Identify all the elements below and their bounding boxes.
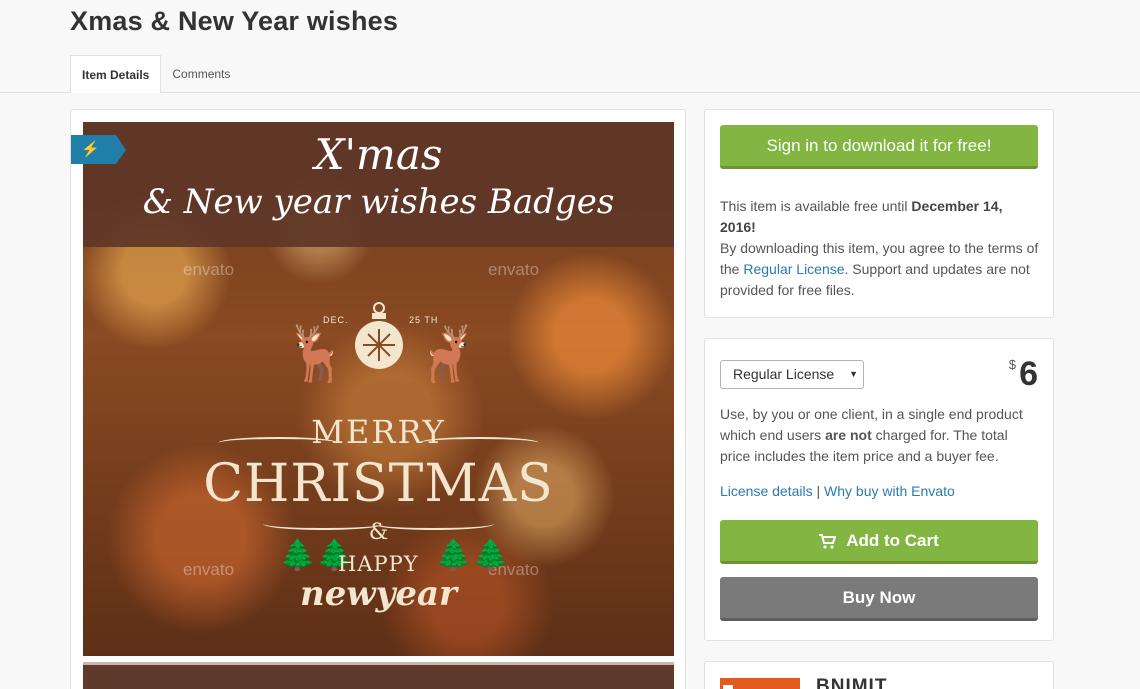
author-panel: BNIMIT <box>704 661 1054 689</box>
license-description: Use, by you or one client, in a single e… <box>720 404 1040 467</box>
item-preview-panel: X'mas & New year wishes Badges envato en… <box>70 109 686 689</box>
license-links: License details | Why buy with Envato <box>720 483 955 499</box>
reindeer-right-icon: 🦌 <box>413 324 481 384</box>
links-separator: | <box>812 483 825 499</box>
free-info-text: This item is available free until Decemb… <box>720 196 1040 301</box>
author-name[interactable]: BNIMIT <box>816 676 887 689</box>
preview-banner-title: X'mas <box>314 130 443 179</box>
happy-text: HAPPY <box>338 552 419 576</box>
trees-right-icon: 🌲🌲 <box>435 539 510 572</box>
page-title: Xmas & New Year wishes <box>70 6 399 36</box>
price-currency: $ <box>1008 357 1016 372</box>
ampersand-text: & <box>368 520 389 545</box>
merry-text: MERRY <box>311 413 446 451</box>
chevron-down-icon: ▼ <box>849 369 858 379</box>
price-value: 6 <box>1019 355 1038 393</box>
license-select-value: Regular License <box>733 366 835 382</box>
item-preview-image-2[interactable] <box>83 662 674 689</box>
page-header: Xmas & New Year wishes Item Details Comm… <box>0 0 1140 94</box>
cart-icon <box>819 534 837 549</box>
license-desc-bold: are not <box>825 427 872 443</box>
why-buy-link[interactable]: Why buy with Envato <box>824 483 955 499</box>
lightning-icon: ⚡ <box>81 141 100 158</box>
regular-license-link[interactable]: Regular License <box>743 261 844 277</box>
license-select[interactable]: Regular License ▼ <box>720 360 864 389</box>
tab-item-details[interactable]: Item Details <box>70 55 162 94</box>
free-text-prefix: This item is available free until <box>720 198 912 214</box>
newyear-text: newyear <box>300 574 457 614</box>
ornament-icon <box>355 302 403 369</box>
item-preview-image[interactable]: X'mas & New year wishes Badges envato en… <box>83 122 674 656</box>
free-download-panel: Sign in to download it for free! This it… <box>704 109 1054 318</box>
preview-banner: X'mas & New year wishes Badges <box>83 122 674 247</box>
buy-now-button[interactable]: Buy Now <box>720 577 1038 621</box>
purchase-panel: Regular License ▼ $ 6 Use, by you or one … <box>704 338 1054 641</box>
tab-comments[interactable]: Comments <box>161 55 241 93</box>
christmas-text: CHRISTMAS <box>203 454 554 514</box>
license-details-link[interactable]: License details <box>720 483 813 499</box>
add-to-cart-label: Add to Cart <box>846 531 939 550</box>
item-tabs: Item Details Comments <box>70 55 241 94</box>
envato-watermark: envato <box>183 260 235 279</box>
add-to-cart-button[interactable]: Add to Cart <box>720 520 1038 564</box>
author-logo[interactable] <box>720 678 800 689</box>
preview-banner-subtitle: & New year wishes Badges <box>142 182 615 222</box>
reindeer-left-icon: 🦌 <box>283 324 351 384</box>
envato-watermark: envato <box>488 260 540 279</box>
free-file-badge: ⚡ <box>71 135 126 164</box>
signin-download-button[interactable]: Sign in to download it for free! <box>720 125 1038 169</box>
